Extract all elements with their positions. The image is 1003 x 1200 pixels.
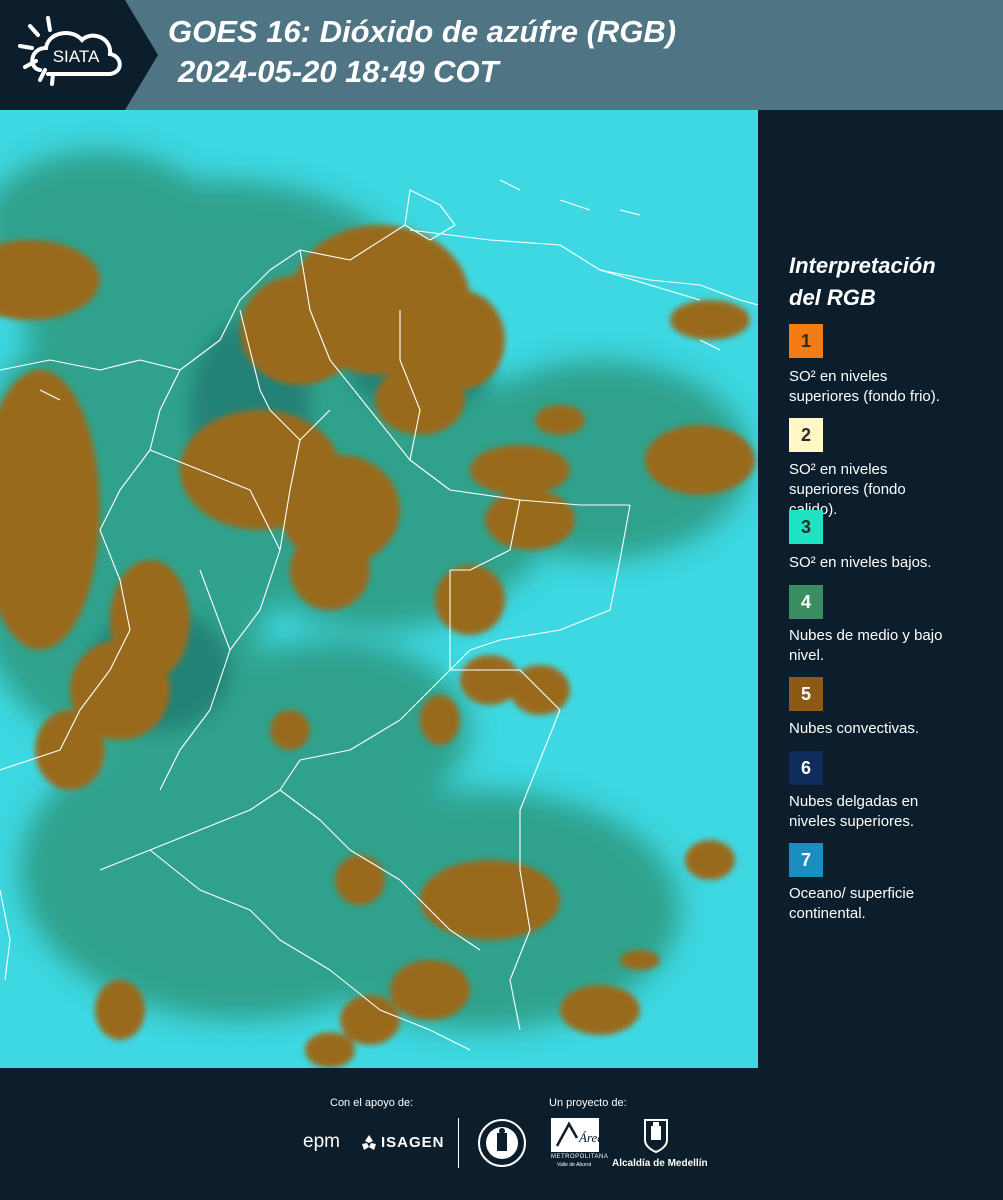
area-logo-line1: METROPOLITANA — [551, 1154, 609, 1160]
legend-title-line1: Interpretación — [789, 253, 936, 278]
legend-item-3-text: SO² en niveles bajos. — [789, 553, 989, 573]
legend-title: Interpretación del RGB — [789, 250, 989, 314]
legend-item-6-line2: niveles superiores. — [789, 813, 915, 830]
logo-label: SIATA — [53, 47, 100, 66]
area-logo-line2: Valle de Aburrá — [557, 1162, 592, 1168]
footer-divider — [458, 1118, 459, 1168]
legend-item-2-line1: SO² en niveles — [789, 461, 888, 478]
area-logo-script: Área — [578, 1130, 599, 1145]
siata-logo: SIATA — [0, 0, 158, 110]
alcaldia-shield-icon — [644, 1119, 668, 1154]
legend-swatch-5: 5 — [789, 677, 823, 711]
support-caption: Con el apoyo de: — [330, 1097, 414, 1109]
legend-item-4-line2: nivel. — [789, 647, 825, 664]
legend-item-1-line2: superiores (fondo frio). — [789, 388, 940, 405]
legend-swatch-3: 3 — [789, 510, 823, 544]
alcaldia-logo: Alcaldía de Medellín — [612, 1158, 708, 1169]
legend-swatch-6: 6 — [789, 751, 823, 785]
timestamp: 2024-05-20 18:49 COT — [178, 54, 499, 89]
legend-title-line2: del RGB — [789, 285, 876, 310]
legend-item-7-text: Oceano/ superficie continental. — [789, 884, 989, 924]
legend-swatch-1: 1 — [789, 324, 823, 358]
legend-item-2-line2: superiores (fondo — [789, 481, 906, 498]
isagen-icon — [362, 1135, 376, 1150]
legend-item-1-text: SO² en niveles superiores (fondo frio). — [789, 367, 989, 407]
satellite-map — [0, 110, 758, 1068]
legend-item-3-line1: SO² en niveles bajos. — [789, 554, 932, 571]
legend-item-7-line1: Oceano/ superficie — [789, 885, 915, 902]
legend-swatch-2: 2 — [789, 418, 823, 452]
legend-item-1-line1: SO² en niveles — [789, 368, 888, 385]
legend-item-4-line1: Nubes de medio y bajo — [789, 627, 943, 644]
legend-item-4-text: Nubes de medio y bajo nivel. — [789, 626, 989, 666]
legend-swatch-7: 7 — [789, 843, 823, 877]
legend-swatch-4: 4 — [789, 585, 823, 619]
medellin-seal-icon — [478, 1119, 526, 1167]
area-metropolitana-logo: Área — [551, 1118, 599, 1152]
legend-item-5-text: Nubes convectivas. — [789, 719, 989, 739]
page-title: GOES 16: Dióxido de azúfre (RGB) — [168, 14, 677, 49]
legend-item-5-line1: Nubes convectivas. — [789, 720, 920, 737]
legend-item-6-line1: Nubes delgadas en — [789, 793, 919, 810]
epm-logo: epm — [303, 1131, 340, 1152]
legend-item-6-text: Nubes delgadas en niveles superiores. — [789, 792, 989, 832]
isagen-logo: ISAGEN — [381, 1134, 445, 1151]
legend-item-7-line2: continental. — [789, 905, 866, 922]
project-caption: Un proyecto de: — [549, 1097, 627, 1109]
